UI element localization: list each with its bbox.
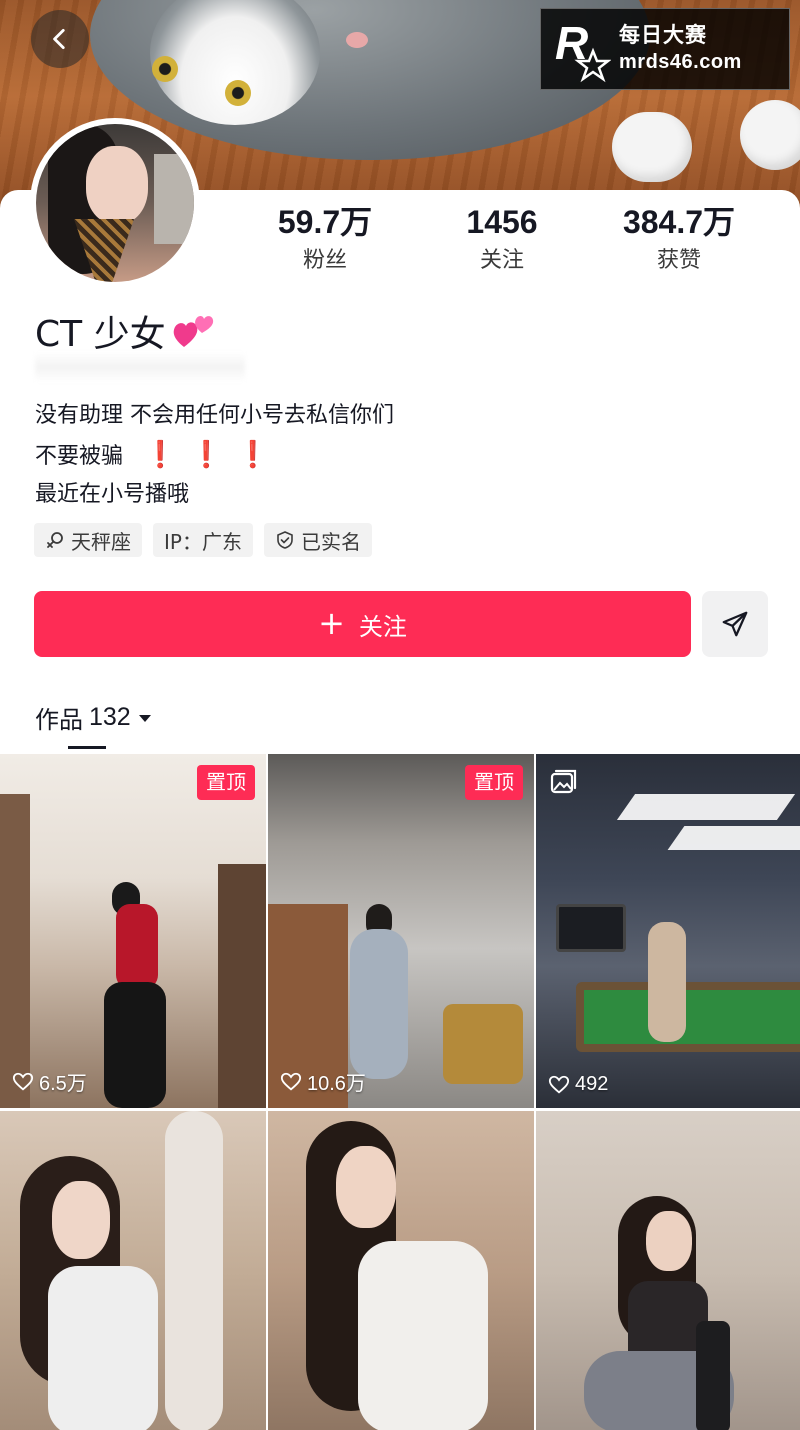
avatar-image bbox=[36, 124, 194, 282]
send-message-button[interactable] bbox=[702, 591, 768, 657]
works-count: 132 bbox=[89, 703, 131, 731]
grid-item[interactable] bbox=[0, 1111, 266, 1430]
tab-works-label: 作品 bbox=[35, 706, 83, 734]
tag-text: 已实名 bbox=[300, 529, 361, 554]
tag-text: 天秤座 bbox=[71, 529, 131, 554]
stat-likes[interactable]: 384.7万 获赞 bbox=[594, 200, 764, 278]
plus-icon: + bbox=[318, 604, 345, 642]
female-symbol-icon bbox=[47, 532, 63, 548]
grid-item[interactable] bbox=[536, 1111, 800, 1430]
watermark-title: 每日大赛 bbox=[619, 23, 707, 47]
like-count: 10.6万 bbox=[280, 1067, 366, 1096]
watermark-url: mrds46.com bbox=[619, 51, 742, 73]
profile-name: CT 少女 bbox=[35, 305, 216, 357]
exclamation-icon: ❗ bbox=[236, 439, 270, 470]
profile-bio: 没有助理 不会用任何小号去私信你们 不要被骗 ❗ ❗ ❗ 最近在小号播哦 bbox=[35, 397, 394, 515]
like-count: 6.5万 bbox=[12, 1067, 87, 1096]
verified-shield-icon bbox=[277, 531, 293, 549]
bio-line: 没有助理 不会用任何小号去私信你们 bbox=[35, 403, 394, 428]
exclamation-icon: ❗ bbox=[190, 439, 223, 470]
tag-verified: 已实名 bbox=[263, 523, 372, 557]
stat-value: 1456 bbox=[466, 204, 538, 240]
stat-followers[interactable]: 59.7万 粉丝 bbox=[240, 200, 410, 278]
bio-line: 最近在小号播哦 bbox=[35, 482, 190, 507]
heart-outline-icon bbox=[548, 1075, 570, 1094]
profile-name-text: CT 少女 bbox=[35, 314, 166, 355]
pinned-badge: 置顶 bbox=[197, 765, 255, 800]
follow-button[interactable]: + 关注 bbox=[34, 591, 691, 657]
tag-ip: IP：广东 bbox=[153, 523, 253, 557]
bio-line: 不要被骗 ❗ ❗ ❗ bbox=[35, 439, 270, 470]
stat-value: 384.7万 bbox=[622, 204, 736, 240]
tag-zodiac: 天秤座 bbox=[34, 523, 142, 557]
back-button[interactable] bbox=[31, 10, 89, 68]
stat-value: 59.7万 bbox=[277, 204, 373, 240]
grid-item[interactable]: 置顶 10.6万 bbox=[268, 754, 534, 1108]
exclamation-icon: ❗ bbox=[144, 439, 177, 470]
tab-active-indicator bbox=[68, 746, 106, 749]
grid-item[interactable] bbox=[268, 1111, 534, 1430]
tag-text: IP：广东 bbox=[164, 529, 242, 554]
stat-label: 关注 bbox=[479, 248, 524, 273]
stat-following[interactable]: 1456 关注 bbox=[417, 200, 587, 278]
grid-item[interactable]: 置顶 6.5万 bbox=[0, 754, 266, 1108]
blurred-handle bbox=[35, 352, 245, 382]
like-count: 492 bbox=[548, 1073, 608, 1096]
heart-outline-icon bbox=[280, 1072, 302, 1091]
watermark: R 每日大赛 mrds46.com bbox=[540, 8, 790, 90]
send-message-icon bbox=[722, 611, 748, 637]
two-hearts-emoji-icon bbox=[173, 316, 213, 347]
avatar[interactable] bbox=[30, 118, 200, 288]
grid-item[interactable]: 492 bbox=[536, 754, 800, 1108]
image-post-icon bbox=[550, 769, 577, 794]
follow-button-label: 关注 bbox=[358, 612, 407, 641]
caret-down-icon bbox=[138, 714, 151, 722]
works-grid: 置顶 6.5万 置顶 10.6万 492 bbox=[0, 754, 800, 1430]
stat-label: 粉丝 bbox=[302, 248, 347, 273]
chevron-left-icon bbox=[53, 28, 65, 50]
heart-outline-icon bbox=[12, 1072, 34, 1091]
pinned-badge: 置顶 bbox=[465, 765, 523, 800]
profile-tags: 天秤座 IP：广东 已实名 bbox=[34, 523, 372, 557]
tab-works[interactable]: 作品 132 bbox=[35, 700, 153, 735]
stat-label: 获赞 bbox=[656, 248, 701, 273]
watermark-logo-icon: R bbox=[555, 17, 611, 83]
